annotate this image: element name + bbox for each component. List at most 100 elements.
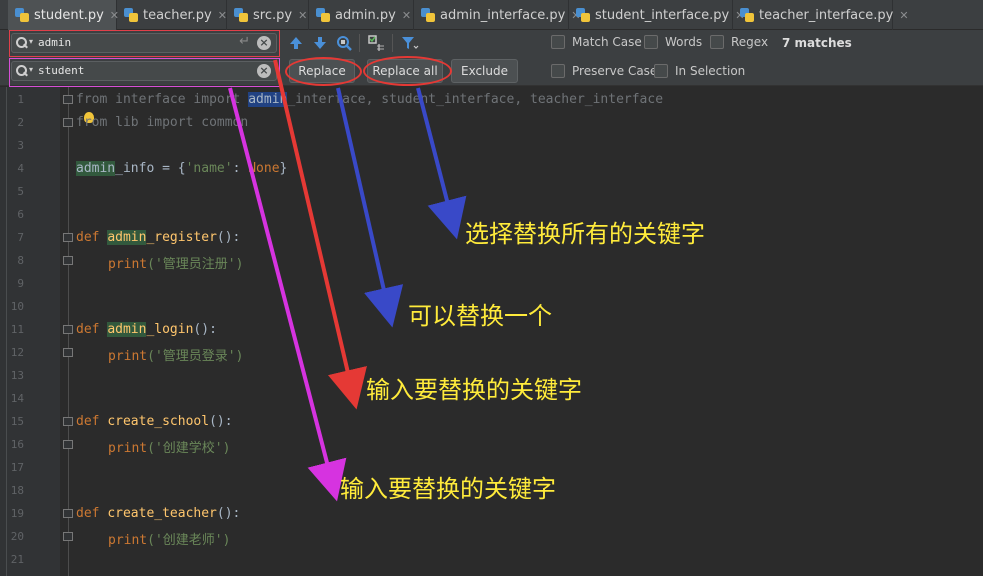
line-number: 4	[17, 162, 24, 175]
toolbar-separator	[359, 34, 360, 52]
line-number: 3	[17, 139, 24, 152]
tab-admin-py[interactable]: admin.py ✕	[309, 0, 414, 30]
close-icon[interactable]: ✕	[402, 9, 411, 22]
line-number: 13	[10, 369, 24, 382]
tab-label: admin.py	[335, 7, 396, 23]
checkbox-box[interactable]	[644, 35, 658, 49]
search-match: admin	[76, 161, 116, 176]
line-number: 19	[10, 507, 24, 520]
tab-src-py[interactable]: src.py ✕	[227, 0, 309, 30]
code-line-4: admin_info = {'name': None}	[76, 161, 288, 176]
replace-one-annotation: 可以替换一个	[408, 302, 552, 330]
fold-marker[interactable]	[63, 532, 73, 541]
line-number: 16	[10, 438, 24, 451]
in-selection-label: In Selection	[675, 64, 746, 78]
match-count: 7 matches	[782, 36, 852, 50]
python-file-icon	[233, 7, 249, 23]
replace-all-annotation: 选择替换所有的关键字	[465, 220, 705, 248]
replace-all-button-highlight	[363, 56, 452, 86]
python-file-icon	[575, 7, 591, 23]
preserve-case-checkbox[interactable]: Preserve Case	[551, 64, 657, 78]
tab-student-interface-py[interactable]: student_interface.py ✕	[569, 0, 744, 30]
python-file-icon	[739, 7, 755, 23]
python-file-icon	[420, 7, 436, 23]
find-all-occurrences-icon[interactable]	[334, 33, 354, 53]
line-number: 2	[17, 116, 24, 129]
fold-marker[interactable]	[63, 325, 73, 334]
line-number: 8	[17, 254, 24, 267]
code-line-1: from interface import admin_interface, s…	[76, 92, 664, 107]
python-file-icon	[123, 7, 139, 23]
checkbox-box[interactable]	[551, 64, 565, 78]
preserve-case-label: Preserve Case	[572, 64, 658, 78]
line-number: 17	[10, 461, 24, 474]
tab-label: teacher_interface.py	[759, 7, 894, 23]
fold-marker[interactable]	[63, 118, 73, 127]
tab-teacher-py[interactable]: teacher.py ✕	[117, 0, 227, 30]
line-number: 12	[10, 346, 24, 359]
close-icon[interactable]: ✕	[218, 9, 227, 22]
close-icon[interactable]: ✕	[899, 9, 908, 22]
fold-marker[interactable]	[63, 348, 73, 357]
line-number: 14	[10, 392, 24, 405]
words-checkbox[interactable]: Words	[644, 35, 702, 49]
line-number: 7	[17, 231, 24, 244]
code-line-2: from lib import common	[76, 115, 249, 130]
code-line-12: print('管理员登录')	[108, 349, 244, 364]
search-field-annotation: 输入要替换的关键字	[366, 376, 582, 404]
line-number: 21	[10, 553, 24, 566]
line-number: 6	[17, 208, 24, 221]
fold-marker[interactable]	[63, 417, 73, 426]
code-line-19: def create_teacher():	[76, 506, 241, 521]
toolbar-separator	[392, 34, 393, 52]
tab-admin-interface-py[interactable]: admin_interface.py ✕	[414, 0, 581, 30]
line-number: 10	[10, 300, 24, 313]
exclude-button[interactable]: Exclude	[451, 59, 518, 83]
replace-field-annotation: 输入要替换的关键字	[340, 475, 556, 503]
line-number: 1	[17, 93, 24, 106]
search-match: admin	[107, 322, 147, 337]
line-number: 15	[10, 415, 24, 428]
code-line-7: def admin_register():	[76, 230, 241, 245]
match-case-label: Match Case	[572, 35, 642, 49]
words-label: Words	[665, 35, 703, 49]
checkbox-box[interactable]	[654, 64, 668, 78]
regex-checkbox[interactable]: Regex	[710, 35, 768, 49]
tab-label: src.py	[253, 7, 293, 23]
current-match: admin	[248, 92, 288, 107]
code-line-20: print('创建老师')	[108, 533, 231, 548]
tab-teacher-interface-py[interactable]: teacher_interface.py ✕	[733, 0, 909, 30]
line-number: 20	[10, 530, 24, 543]
match-case-checkbox[interactable]: Match Case	[551, 35, 642, 49]
select-all-occurrences-icon[interactable]	[366, 33, 386, 53]
code-line-16: print('创建学校')	[108, 441, 231, 456]
fold-marker[interactable]	[63, 233, 73, 242]
editor-tab-bar: student.py ✕ teacher.py ✕ src.py ✕ admin…	[0, 0, 983, 30]
code-line-11: def admin_login():	[76, 322, 217, 337]
in-selection-checkbox[interactable]: In Selection	[654, 64, 745, 78]
checkbox-box[interactable]	[551, 35, 565, 49]
tab-label: student.py	[34, 7, 104, 23]
regex-label: Regex	[731, 35, 769, 49]
search-match: admin	[107, 230, 147, 245]
line-number: 5	[17, 185, 24, 198]
fold-marker[interactable]	[63, 509, 73, 518]
next-occurrence-icon[interactable]	[310, 33, 330, 53]
tab-label: teacher.py	[143, 7, 212, 23]
line-number: 11	[10, 323, 24, 336]
fold-marker[interactable]	[63, 95, 73, 104]
fold-marker[interactable]	[63, 440, 73, 449]
filter-icon[interactable]	[399, 33, 419, 53]
python-file-icon	[315, 7, 331, 23]
fold-marker[interactable]	[63, 256, 73, 265]
line-number: 18	[10, 484, 24, 497]
code-line-8: print('管理员注册')	[108, 257, 244, 272]
previous-occurrence-icon[interactable]	[286, 33, 306, 53]
tab-student-py[interactable]: student.py ✕	[8, 0, 119, 30]
close-icon[interactable]: ✕	[298, 9, 307, 22]
replace-button-highlight	[285, 57, 362, 86]
tab-label: admin_interface.py	[440, 7, 566, 23]
checkbox-box[interactable]	[710, 35, 724, 49]
replace-field-highlight	[9, 58, 280, 87]
search-field-highlight	[9, 30, 280, 57]
